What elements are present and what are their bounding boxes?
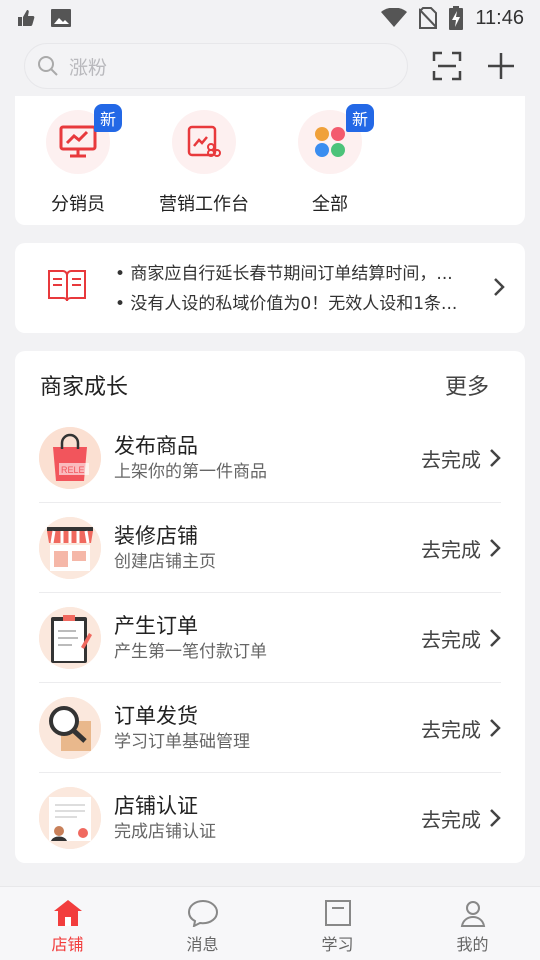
search-input[interactable]: 涨粉 <box>24 43 408 89</box>
notice-line[interactable]: • 没有人设的私域价值为0！无效人设和1条... <box>115 289 475 319</box>
status-bar: 11:46 <box>0 0 540 36</box>
task-subtitle: 完成店铺认证 <box>114 822 216 842</box>
action-label: 去完成 <box>421 447 481 472</box>
action-label: 去完成 <box>421 807 481 832</box>
complete-button[interactable]: 去完成 <box>421 503 501 593</box>
battery-charging-icon <box>449 6 464 30</box>
task-row[interactable]: 店铺认证 完成店铺认证 去完成 <box>39 773 501 863</box>
more-link[interactable]: 更多 <box>445 369 489 401</box>
chat-bubble-icon <box>187 899 218 927</box>
new-badge: 新 <box>346 104 374 132</box>
tile-label: 分销员 <box>51 194 105 215</box>
complete-button[interactable]: 去完成 <box>421 593 501 683</box>
bottom-nav: 店铺 消息 学习 我的 <box>0 886 540 960</box>
storefront-icon <box>39 516 101 579</box>
chevron-right-icon <box>490 629 501 647</box>
wifi-icon <box>381 8 408 27</box>
section-title: 商家成长 <box>40 375 129 400</box>
action-label: 去完成 <box>421 717 481 742</box>
new-badge: 新 <box>94 104 122 132</box>
monitor-chart-icon <box>59 125 97 158</box>
apps-icon <box>315 127 345 157</box>
chevron-right-icon <box>494 278 505 296</box>
svg-text:RELE: RELE <box>61 465 85 475</box>
store-home-icon <box>53 900 82 926</box>
shopping-bag-icon: RELE <box>39 426 101 489</box>
tile-label: 营销工作台 <box>159 194 249 215</box>
chevron-right-icon <box>490 539 501 557</box>
chevron-right-icon <box>490 809 501 827</box>
notice-card[interactable]: • 商家应自行延长春节期间订单结算时间，... • 没有人设的私域价值为0！无效… <box>15 243 525 333</box>
task-subtitle: 创建店铺主页 <box>114 551 216 572</box>
task-title: 发布商品 <box>114 433 198 458</box>
tools-card: 新 分销员 营销工作台 新 全部 <box>15 96 525 225</box>
tile-label: 全部 <box>312 194 348 215</box>
notice-line[interactable]: • 商家应自行延长春节期间订单结算时间，... <box>115 259 475 289</box>
header: 涨粉 <box>0 36 540 96</box>
search-placeholder: 涨粉 <box>69 56 108 79</box>
merchant-growth-card: 商家成长 更多 RELE 发布商品 上架你的第一件商品 去完成 装修店铺 创建店… <box>15 351 525 863</box>
nav-store[interactable]: 店铺 <box>0 887 135 960</box>
task-row[interactable]: 订单发货 学习订单基础管理 去完成 <box>39 683 501 773</box>
task-title: 装修店铺 <box>114 523 198 548</box>
clipboard-icon <box>39 606 101 669</box>
marketing-icon <box>187 125 221 157</box>
nav-label: 店铺 <box>51 935 84 954</box>
tile-distributor[interactable]: 新 分销员 <box>15 96 141 216</box>
tile-icon-wrap: 新 <box>298 104 374 174</box>
action-label: 去完成 <box>421 537 481 562</box>
task-subtitle: 学习订单基础管理 <box>114 731 250 752</box>
task-title: 店铺认证 <box>114 794 198 818</box>
action-label: 去完成 <box>421 627 481 652</box>
image-icon <box>51 9 71 27</box>
magnifier-box-icon <box>39 696 101 759</box>
scan-icon[interactable] <box>432 51 462 81</box>
nav-messages[interactable]: 消息 <box>135 887 270 960</box>
nav-label: 学习 <box>321 935 354 954</box>
task-row[interactable]: 装修店铺 创建店铺主页 去完成 <box>39 503 501 593</box>
task-subtitle: 产生第一笔付款订单 <box>114 641 267 662</box>
status-time: 11:46 <box>475 6 524 29</box>
add-icon[interactable] <box>486 51 516 81</box>
book-icon <box>48 270 86 302</box>
nav-profile[interactable]: 我的 <box>405 887 540 960</box>
task-subtitle: 上架你的第一件商品 <box>114 461 267 482</box>
no-sim-icon <box>419 7 438 29</box>
tile-icon-wrap <box>172 110 236 174</box>
search-icon <box>38 56 58 76</box>
complete-button[interactable]: 去完成 <box>421 773 501 863</box>
book-square-icon <box>324 900 351 926</box>
task-row[interactable]: RELE 发布商品 上架你的第一件商品 去完成 <box>39 413 501 503</box>
thumbs-up-icon <box>18 10 35 26</box>
nav-learn[interactable]: 学习 <box>270 887 405 960</box>
user-icon <box>460 901 485 927</box>
tile-all[interactable]: 新 全部 <box>267 96 393 216</box>
chevron-right-icon <box>490 719 501 737</box>
task-row[interactable]: 产生订单 产生第一笔付款订单 去完成 <box>39 593 501 683</box>
complete-button[interactable]: 去完成 <box>421 683 501 773</box>
task-title: 订单发货 <box>114 703 198 728</box>
nav-label: 消息 <box>186 935 219 954</box>
nav-label: 我的 <box>456 935 489 954</box>
chevron-right-icon <box>490 449 501 467</box>
tile-icon-wrap: 新 <box>46 104 122 174</box>
task-title: 产生订单 <box>114 613 198 638</box>
complete-button[interactable]: 去完成 <box>421 413 501 503</box>
certificate-icon <box>39 787 101 849</box>
tile-marketing[interactable]: 营销工作台 <box>141 96 267 216</box>
